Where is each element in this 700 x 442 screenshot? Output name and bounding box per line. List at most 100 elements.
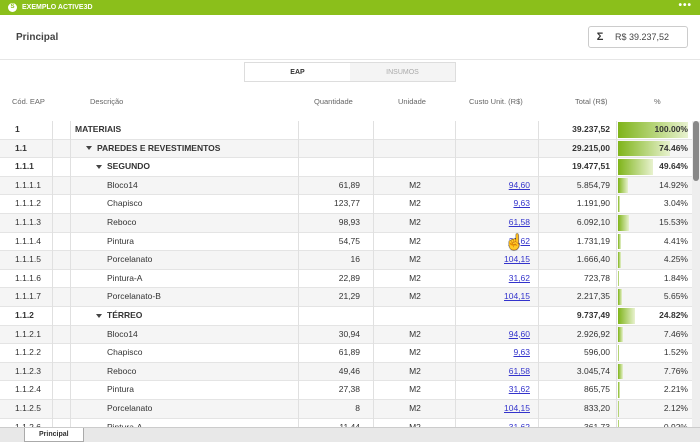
cell-description: Bloco14 [107, 326, 138, 344]
tab-eap[interactable]: EAP [245, 63, 350, 81]
cell-unit-cost: 31,62 [456, 381, 530, 399]
cell-description: Reboco [107, 363, 136, 381]
cell-total: 865,75 [584, 384, 610, 395]
cell-unit: M2 [409, 328, 421, 339]
table-row[interactable]: 1.1.1.4 Pintura 54,75 M2 31,62 1.731,19 4.41% [0, 233, 692, 252]
cell-unit-cost: 104,15 [456, 400, 530, 418]
cell-code: 1.1.1.6 [15, 272, 41, 283]
unit-cost-link[interactable]: 94,60 [509, 329, 530, 339]
col-header-cost[interactable]: Custo Unit. (R$) [469, 97, 523, 106]
cell-description: Bloco14 [107, 177, 138, 195]
table-row[interactable]: 1.1.2.5 Porcelanato 8 M2 104,15 833,20 2.12% [0, 399, 692, 419]
description-text: Porcelanato-B [107, 291, 161, 302]
table-row[interactable]: 1.1.1.2 Chapisco 123,77 M2 9,63 1.191,90 3.04% [0, 195, 692, 214]
view-tabs: EAP INSUMOS [244, 62, 456, 82]
unit-cost-link[interactable]: 9,63 [513, 347, 530, 357]
cell-code: 1.1.2.2 [15, 347, 41, 358]
description-text: PAREDES E REVESTIMENTOS [97, 142, 221, 153]
table-row[interactable]: 1.1.2.4 Pintura 27,38 M2 31,62 865,75 2.21% [0, 381, 692, 400]
unit-cost-link[interactable]: 61,58 [509, 366, 530, 376]
cell-total: 5.854,79 [576, 179, 610, 190]
cell-description: Chapisco [107, 344, 142, 362]
table-row[interactable]: 1.1.1.1 Bloco14 61,89 M2 94,60 5.854,79 14.92% [0, 176, 692, 196]
table-row[interactable]: 1.1.1.5 Porcelanato 16 M2 104,15 1.666,40 4.25… [0, 251, 692, 270]
cell-percent: 4.25% [663, 254, 688, 265]
cell-description: Reboco [107, 214, 136, 232]
cell-code: 1.1.2 [15, 309, 34, 320]
cell-unit: M2 [409, 402, 421, 413]
title-bar: S EXEMPLO ACTIVE3D ••• [0, 0, 700, 15]
cell-quantity: 27,38 [338, 384, 360, 395]
description-text: Pintura [107, 235, 134, 246]
cell-total: 1.731,19 [576, 235, 610, 246]
cell-unit-cost: 9,63 [456, 195, 530, 213]
cell-total: 19.477,51 [572, 161, 610, 172]
cell-description: Pintura [107, 233, 134, 251]
page-header: Principal Σ R$ 39.237,52 [0, 15, 700, 60]
table-row[interactable]: 1.1.1.3 Reboco 98,93 M2 61,58 6.092,10 15.53% [0, 213, 692, 233]
caret-down-icon[interactable] [96, 164, 102, 169]
description-text: Bloco14 [107, 328, 138, 339]
cell-percent: 100.00% [654, 124, 688, 134]
cell-percent: 1.84% [663, 272, 688, 283]
description-text: TÉRREO [107, 309, 143, 320]
unit-cost-link[interactable]: 104,15 [504, 254, 530, 264]
cell-total: 29.215,00 [572, 142, 610, 153]
col-header-desc[interactable]: Descrição [90, 97, 123, 106]
cell-description: TÉRREO [96, 307, 142, 325]
table-row[interactable]: 1.1.1.6 Pintura-A 22,89 M2 31,62 723,78 1.84% [0, 270, 692, 289]
cell-unit: M2 [409, 365, 421, 376]
column-divider [373, 121, 374, 441]
col-header-qty[interactable]: Quantidade [314, 97, 353, 106]
description-text: Porcelanato [107, 402, 153, 413]
col-header-code[interactable]: Cód. EAP [12, 97, 45, 106]
unit-cost-link[interactable]: 104,15 [504, 291, 530, 301]
cell-total: 2.217,35 [576, 291, 610, 302]
table-row[interactable]: 1.1.2 TÉRREO 9.737,49 24.82% [0, 307, 692, 326]
cell-total: 1.666,40 [576, 254, 610, 265]
cell-unit: M2 [409, 347, 421, 358]
unit-cost-link[interactable]: 31,62 [509, 384, 530, 394]
hand-cursor-icon: ☝ [505, 234, 524, 251]
cell-code: 1.1.1.2 [15, 198, 41, 209]
cell-percent: 7.46% [663, 328, 688, 339]
cell-percent: 15.53% [659, 216, 688, 227]
cell-unit: M2 [409, 198, 421, 209]
col-header-unit[interactable]: Unidade [398, 97, 426, 106]
cell-quantity: 61,89 [338, 347, 360, 358]
column-divider [52, 121, 53, 441]
sheet-tab-principal[interactable]: Principal [24, 428, 84, 442]
col-header-pct[interactable]: % [654, 97, 661, 106]
eap-table: 1 MATERIAIS 39.237,52 100.00% 1.1 PAREDES E R… [0, 121, 692, 438]
scrollbar-thumb[interactable] [693, 121, 699, 181]
table-row[interactable]: 1 MATERIAIS 39.237,52 100.00% [0, 121, 692, 140]
unit-cost-link[interactable]: 104,15 [504, 403, 530, 413]
table-row[interactable]: 1.1.1.7 Porcelanato-B 21,29 M2 104,15 2.217,3… [0, 288, 692, 307]
cell-code: 1.1.2.4 [15, 384, 41, 395]
cell-total: 1.191,90 [576, 198, 610, 209]
cell-code: 1.1.1.3 [15, 216, 41, 227]
vertical-scrollbar[interactable] [692, 121, 700, 441]
table-row[interactable]: 1.1.1 SEGUNDO 19.477,51 49.64% [0, 158, 692, 177]
sigma-icon: Σ [596, 31, 604, 43]
cell-unit-cost: 104,15 [456, 251, 530, 269]
table-row[interactable]: 1.1 PAREDES E REVESTIMENTOS 29.215,00 74.46… [0, 139, 692, 159]
caret-down-icon[interactable] [86, 146, 92, 151]
cell-percent: 2.12% [663, 402, 688, 413]
more-options-icon[interactable]: ••• [678, 0, 692, 12]
col-header-total[interactable]: Total (R$) [575, 97, 608, 106]
table-row[interactable]: 1.1.2.1 Bloco14 30,94 M2 94,60 2.926,92 7.46% [0, 325, 692, 345]
unit-cost-link[interactable]: 9,63 [513, 198, 530, 208]
table-row[interactable]: 1.1.2.3 Reboco 49,46 M2 61,58 3.045,74 7.76% [0, 362, 692, 382]
unit-cost-link[interactable]: 94,60 [509, 180, 530, 190]
cell-unit: M2 [409, 291, 421, 302]
unit-cost-link[interactable]: 61,58 [509, 217, 530, 227]
cell-quantity: 123,77 [334, 198, 360, 209]
cell-unit-cost: 61,58 [456, 214, 530, 232]
cell-unit: M2 [409, 235, 421, 246]
tab-insumos[interactable]: INSUMOS [350, 63, 455, 81]
table-row[interactable]: 1.1.2.2 Chapisco 61,89 M2 9,63 596,00 1.52% [0, 344, 692, 363]
caret-down-icon[interactable] [96, 313, 102, 318]
unit-cost-link[interactable]: 31,62 [509, 273, 530, 283]
cell-description: Porcelanato-B [107, 288, 161, 306]
